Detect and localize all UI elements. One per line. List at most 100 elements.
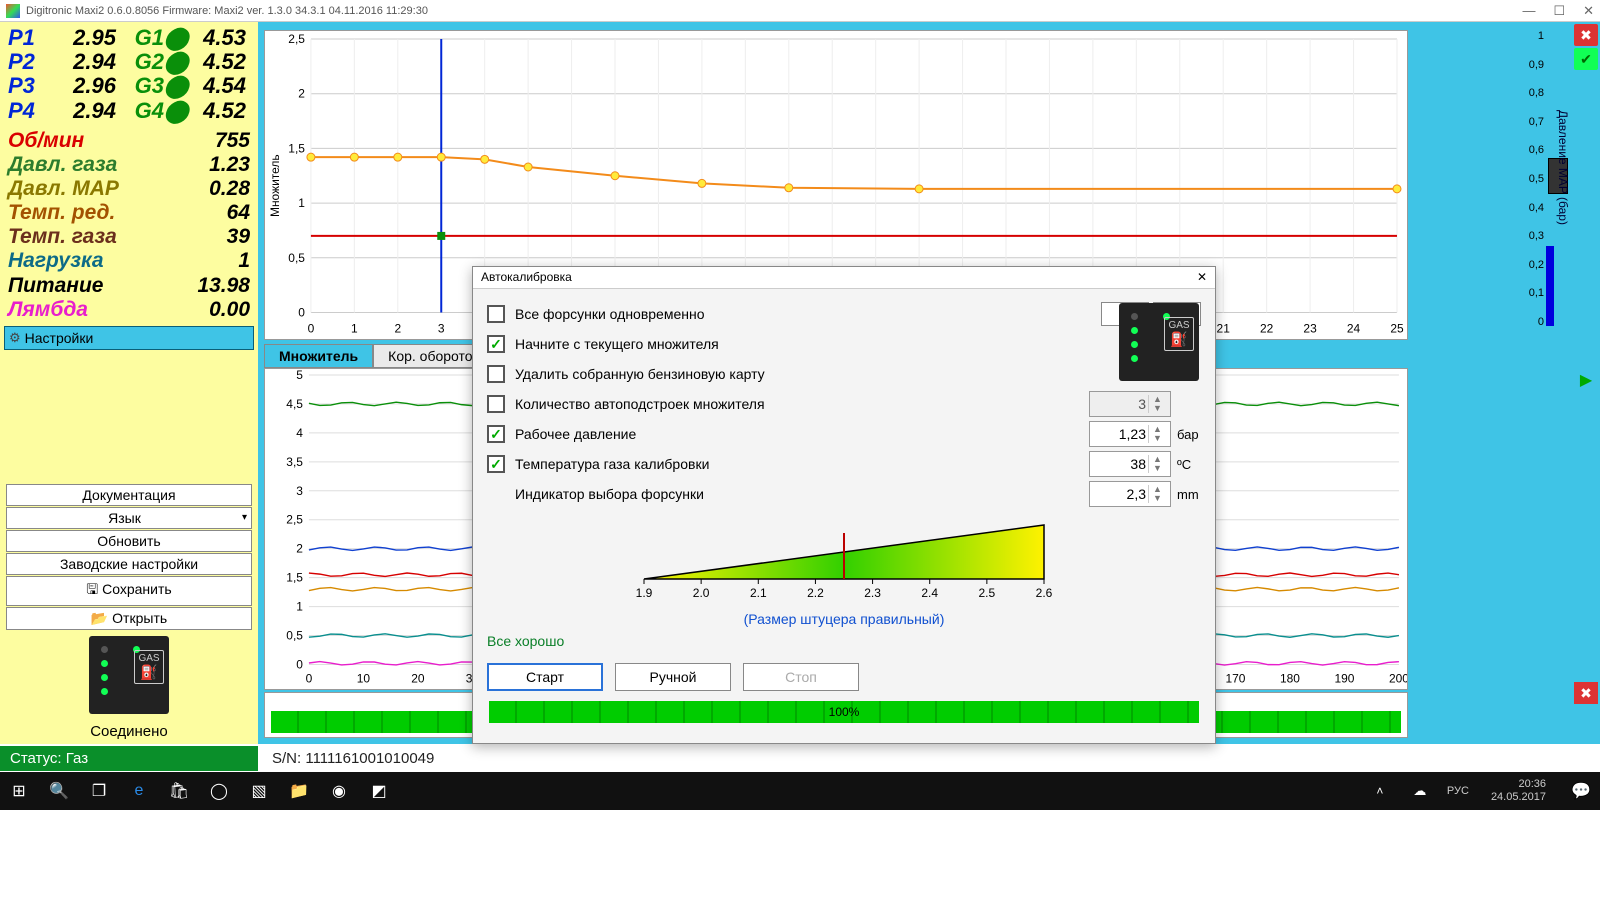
svg-text:2: 2 — [296, 542, 303, 556]
map-axis-label: Давление MAP (бар) — [1556, 110, 1570, 225]
tray-lang[interactable]: РУС — [1447, 785, 1477, 797]
injector-row: P1 2.95 G1 ⬤ 4.53 — [8, 26, 250, 50]
svg-text:24: 24 — [1347, 321, 1361, 335]
svg-text:22: 22 — [1260, 321, 1274, 335]
confirm-check-icon[interactable]: ✔ — [1574, 48, 1598, 70]
gas-indicator-panel-modal: GAS — [1119, 303, 1199, 381]
injector-readings: P1 2.95 G1 ⬤ 4.53 P2 2.94 G2 ⬤ 4.52 P3 2… — [0, 22, 258, 127]
taskbar: ⊞ 🔍 ❐ e 🛍 ◯ ▧ 📁 ◉ ◩ ˄ ☁ РУС 20:36 24.05.… — [0, 772, 1600, 810]
right-strip: ✖ ✔ ▶ ✖ — [1572, 22, 1600, 744]
gas-icon[interactable]: GAS — [1164, 317, 1194, 351]
task-view-icon[interactable]: ❐ — [86, 781, 112, 801]
checkbox-gas-temp[interactable]: ✓ — [487, 455, 505, 473]
status-bar: Статус: Газ S/N: 1111161001010049 — [0, 744, 1600, 772]
checkbox-autotune-count[interactable] — [487, 395, 505, 413]
checkbox-delete-petrol-map[interactable] — [487, 365, 505, 383]
gas-icon[interactable]: GAS — [134, 650, 164, 684]
manual-button[interactable]: Ручной — [615, 663, 731, 691]
stop-button[interactable]: Стоп — [743, 663, 859, 691]
settings-toggle[interactable]: Настройки — [4, 326, 254, 350]
fuel-status: Статус: Газ — [0, 746, 258, 771]
svg-text:2.5: 2.5 — [979, 586, 996, 600]
calibration-progress: 100% — [489, 701, 1199, 723]
svg-text:0: 0 — [296, 657, 303, 671]
cancel-x-icon[interactable]: ✖ — [1574, 24, 1598, 46]
svg-text:1.9: 1.9 — [636, 586, 653, 600]
close-icon[interactable]: ✕ — [1583, 3, 1594, 19]
checkbox-work-pressure[interactable]: ✓ — [487, 425, 505, 443]
svg-text:25: 25 — [1390, 321, 1404, 335]
svg-text:2.2: 2.2 — [807, 586, 824, 600]
nozzle-indicator-input[interactable]: ▲▼ — [1089, 481, 1171, 507]
injector-row: P2 2.94 G2 ⬤ 4.52 — [8, 50, 250, 74]
svg-text:0: 0 — [308, 321, 315, 335]
stats-block: Об/мин755 Давл. газа1.23 Давл. MAP0.28 Т… — [0, 129, 258, 322]
svg-text:200: 200 — [1389, 671, 1407, 685]
checkbox-start-current[interactable]: ✓ — [487, 335, 505, 353]
search-icon[interactable]: 🔍 — [46, 781, 72, 801]
autotune-count-input[interactable]: ▲▼ — [1089, 391, 1171, 417]
svg-text:190: 190 — [1334, 671, 1354, 685]
gas-temp-input[interactable]: ▲▼ — [1089, 451, 1171, 477]
start-button[interactable]: Старт — [487, 663, 603, 691]
svg-text:5: 5 — [296, 369, 303, 382]
checkbox-all-injectors[interactable] — [487, 305, 505, 323]
app-icon — [6, 4, 20, 18]
svg-text:0: 0 — [306, 671, 313, 685]
svg-text:2.1: 2.1 — [750, 586, 767, 600]
svg-text:2: 2 — [298, 87, 305, 101]
svg-text:23: 23 — [1303, 321, 1317, 335]
refresh-button[interactable]: Обновить — [6, 530, 252, 552]
language-select[interactable]: Язык▾ — [6, 507, 252, 529]
svg-text:21: 21 — [1217, 321, 1231, 335]
connection-status: Соединено — [0, 719, 258, 744]
windows-start-icon[interactable]: ⊞ — [6, 781, 32, 801]
map-pressure-gauge: 10,90,80,70,60,50,40,30,20,10 Давление M… — [1524, 30, 1572, 340]
store-icon[interactable]: 🛍 — [166, 781, 192, 801]
svg-text:2,5: 2,5 — [288, 32, 305, 46]
injector-row: P4 2.94 G4 ⬤ 4.52 — [8, 99, 250, 123]
title-text: Digitronic Maxi2 0.6.0.8056 Firmware: Ma… — [26, 5, 428, 17]
open-button[interactable]: 📂 Открыть — [6, 607, 252, 630]
chart-tabs: Множитель Кор. оборотов — [264, 344, 495, 368]
svg-text:2: 2 — [394, 321, 401, 335]
app-icon-1[interactable]: ▧ — [246, 781, 272, 801]
left-button-group: Документация Язык▾ Обновить Заводские на… — [0, 483, 258, 714]
minimize-icon[interactable]: — — [1522, 3, 1535, 19]
edge-icon[interactable]: e — [126, 782, 152, 800]
maximize-icon[interactable]: ☐ — [1553, 3, 1565, 19]
svg-text:2.4: 2.4 — [921, 586, 938, 600]
save-button[interactable]: 🖫 Сохранить — [6, 576, 252, 606]
digitronic-task-icon[interactable]: ◩ — [366, 781, 392, 801]
svg-text:2.6: 2.6 — [1036, 586, 1053, 600]
tray-chevron-icon[interactable]: ˄ — [1367, 784, 1393, 798]
cloud-icon[interactable]: ☁ — [1407, 783, 1433, 799]
cancel-x-icon-2[interactable]: ✖ — [1574, 682, 1598, 704]
serial-number: S/N: 1111161001010049 — [258, 746, 448, 771]
play-icon[interactable]: ▶ — [1575, 370, 1597, 388]
factory-reset-button[interactable]: Заводские настройки — [6, 553, 252, 575]
chrome-canary-icon[interactable]: ◯ — [206, 781, 232, 801]
svg-text:1: 1 — [296, 600, 303, 614]
status-dot-icon: ⬤ — [164, 74, 182, 98]
status-dot-icon: ⬤ — [164, 50, 182, 74]
tab-multiplier[interactable]: Множитель — [264, 344, 373, 368]
svg-text:4: 4 — [296, 426, 303, 440]
tray-clock[interactable]: 20:36 24.05.2017 — [1491, 778, 1554, 804]
dialog-close-icon[interactable]: ✕ — [1197, 270, 1207, 285]
svg-text:3: 3 — [438, 321, 445, 335]
svg-text:1,5: 1,5 — [288, 141, 305, 155]
svg-text:0,5: 0,5 — [288, 251, 305, 265]
svg-text:170: 170 — [1225, 671, 1245, 685]
svg-text:20: 20 — [411, 671, 425, 685]
work-pressure-input[interactable]: ▲▼ — [1089, 421, 1171, 447]
explorer-icon[interactable]: 📁 — [286, 781, 312, 801]
dialog-title: Автокалибровка — [481, 270, 572, 285]
notifications-icon[interactable]: 💬 — [1568, 781, 1594, 801]
documentation-button[interactable]: Документация — [6, 484, 252, 506]
svg-text:4,5: 4,5 — [286, 397, 303, 411]
chrome-icon[interactable]: ◉ — [326, 781, 352, 801]
svg-text:1: 1 — [351, 321, 358, 335]
title-bar: Digitronic Maxi2 0.6.0.8056 Firmware: Ma… — [0, 0, 1600, 22]
svg-text:2.3: 2.3 — [864, 586, 881, 600]
